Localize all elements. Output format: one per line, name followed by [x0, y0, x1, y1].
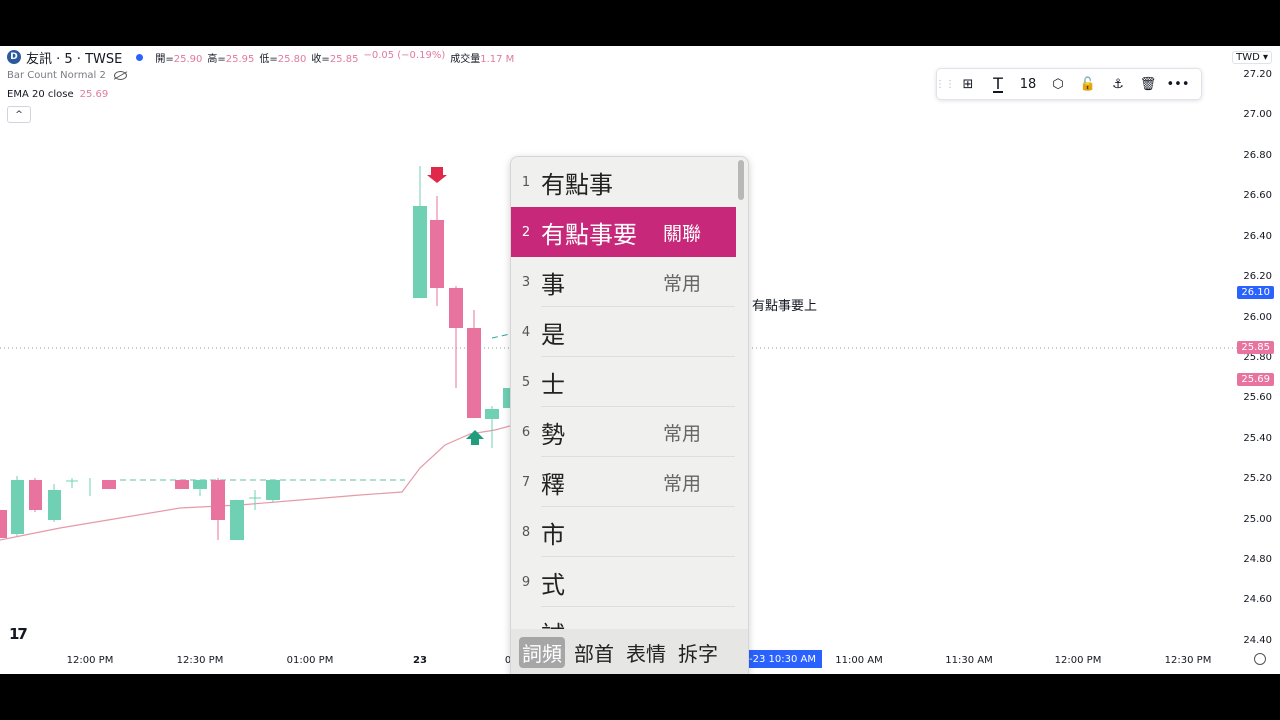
price-label: 25.40 [1243, 433, 1272, 444]
trash-icon[interactable]: 🗑 [1133, 69, 1163, 99]
axis-settings-icon[interactable] [1254, 653, 1266, 665]
ime-candidate[interactable]: 4是 [511, 307, 736, 357]
ohlc-change: −0.05 (−0.19%) [363, 49, 446, 61]
price-label: 27.00 [1243, 109, 1272, 120]
ohlc-low: 低=25.80 [259, 53, 307, 65]
ime-candidate[interactable]: 3 事常用 [511, 257, 736, 307]
ime-candidate-selected[interactable]: 2 有點事要 關聯 [511, 207, 736, 257]
ohlc-values: 開=25.90 高=25.95 低=25.80 收=25.85 −0.05 (−… [155, 50, 514, 65]
symbol-header: D 友訊 · 5 · TWSE 開=25.90 高=25.95 低=25.80 … [7, 48, 514, 67]
currency-select[interactable]: TWD ▾ [1232, 51, 1272, 64]
text-color-button[interactable]: T [983, 69, 1013, 99]
ime-candidate[interactable]: 7 釋常用 [511, 457, 736, 507]
chart-window: D 友訊 · 5 · TWSE 開=25.90 高=25.95 低=25.80 … [0, 46, 1280, 674]
time-label: 11:30 AM [945, 655, 993, 666]
ohlc-volume: 成交量1.17 M [450, 53, 515, 65]
collapse-legend-button[interactable]: ^ [7, 106, 31, 123]
drag-handle-icon[interactable]: ⋮⋮ [935, 69, 955, 99]
time-label: 12:30 PM [176, 655, 224, 666]
ema-line [0, 425, 511, 541]
price-label: 25.60 [1243, 392, 1272, 403]
symbol-logo: D [7, 50, 21, 64]
ime-scrollbar[interactable] [738, 160, 744, 200]
ime-candidate[interactable]: 8市 [511, 507, 736, 557]
price-label: 24.40 [1243, 635, 1272, 646]
ime-candidate[interactable]: 1 有點事 [511, 157, 736, 207]
settings-icon[interactable]: ⬡ [1043, 69, 1073, 99]
price-label: 24.80 [1243, 554, 1272, 565]
price-label: 25.20 [1243, 473, 1272, 484]
time-label: 12:30 PM [1164, 655, 1212, 666]
current-time-tag: -23 10:30 AM [745, 650, 822, 668]
ohlc-high: 高=25.95 [207, 53, 255, 65]
time-label: 12:00 PM [1054, 655, 1102, 666]
indicator-bar-count[interactable]: Bar Count Normal 2 [7, 70, 127, 81]
anchor-icon[interactable]: ⚓ [1103, 69, 1133, 99]
ime-candidate[interactable]: 9式 [511, 557, 736, 607]
ohlc-close: 收=25.85 [311, 53, 359, 65]
time-label: 12:00 PM [66, 655, 114, 666]
market-status-dot [136, 53, 144, 61]
price-label: 26.20 [1243, 271, 1272, 282]
ime-tab-emoji[interactable]: 表情 [623, 637, 669, 668]
ime-tab-split[interactable]: 拆字 [675, 637, 721, 668]
price-tag-last: 25.85 [1237, 341, 1274, 354]
hidden-eye-icon[interactable] [113, 70, 127, 80]
drawing-toolbar: ⋮⋮ ⊞ T 18 ⬡ 🔓 ⚓ 🗑 ••• [935, 68, 1202, 100]
ime-candidate-panel: 1 有點事 2 有點事要 關聯 3 事常用 4是 5士 6 勢常用 7 釋常用 8市 9式 … [510, 156, 749, 674]
ime-candidate[interactable]: 5士 [511, 357, 736, 407]
price-tag-ema: 25.69 [1237, 373, 1274, 386]
candles [0, 166, 511, 540]
price-label: 26.80 [1243, 150, 1272, 161]
ime-tab-frequency[interactable]: 詞頻 [519, 636, 565, 668]
ime-tab-bar: 詞頻 部首 表情 拆字 [511, 629, 748, 674]
text-annotation[interactable]: 有點事要上 [752, 295, 817, 314]
tradingview-logo[interactable]: 17 [9, 625, 28, 643]
time-label: 23 [413, 655, 427, 666]
ime-tab-radical[interactable]: 部首 [571, 637, 617, 668]
sell-arrow-icon [427, 167, 447, 183]
price-label: 26.60 [1243, 190, 1272, 201]
ime-candidate[interactable]: 6 勢常用 [511, 407, 736, 457]
time-label: 01:00 PM [286, 655, 334, 666]
price-label: 27.20 [1243, 69, 1272, 80]
lock-icon[interactable]: 🔓 [1073, 69, 1103, 99]
font-size-button[interactable]: 18 [1013, 69, 1043, 99]
more-icon[interactable]: ••• [1163, 69, 1193, 99]
indicator-ema[interactable]: EMA 20 close 25.69 [7, 89, 108, 100]
price-label: 24.60 [1243, 594, 1272, 605]
template-icon[interactable]: ⊞ [953, 69, 983, 99]
price-tag-drawing: 26.10 [1237, 286, 1274, 299]
ohlc-open: 開=25.90 [155, 53, 203, 65]
symbol-name[interactable]: 友訊 · 5 · TWSE [26, 48, 122, 67]
price-label: 26.40 [1243, 231, 1272, 242]
time-label: 11:00 AM [835, 655, 883, 666]
price-label: 25.00 [1243, 514, 1272, 525]
price-label: 26.00 [1243, 312, 1272, 323]
